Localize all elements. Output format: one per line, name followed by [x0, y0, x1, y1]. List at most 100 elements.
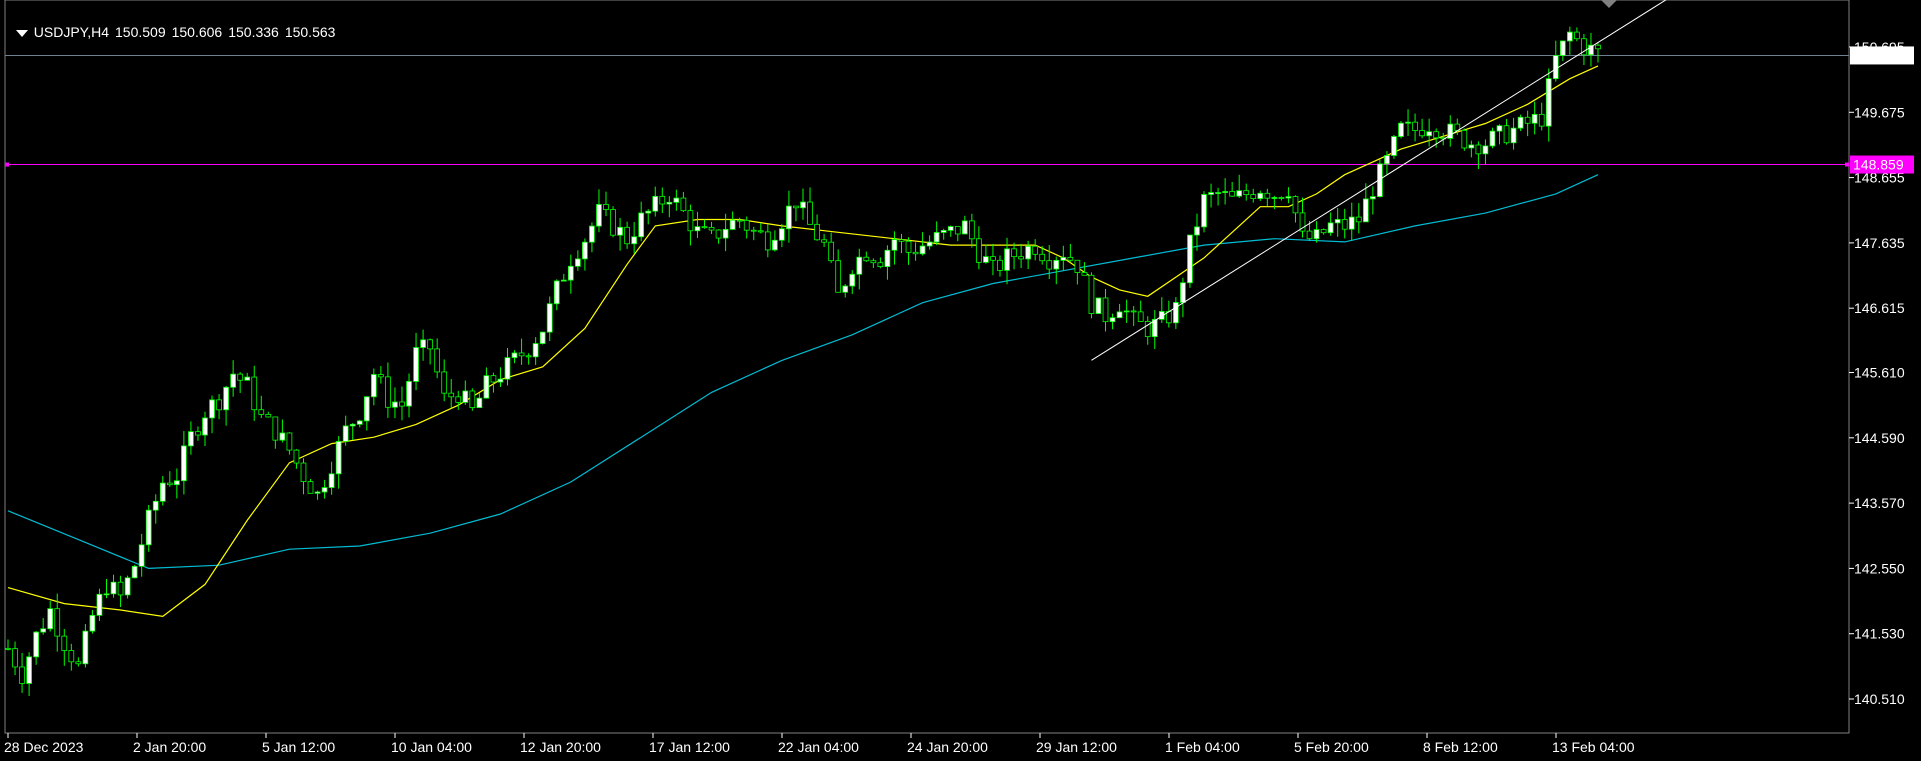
candle-body: [1538, 113, 1545, 127]
x-tick-label: 10 Jan 04:00: [391, 739, 472, 755]
candle-body: [82, 630, 89, 665]
candle-body: [117, 581, 124, 596]
candle-body: [1285, 196, 1292, 199]
candle-body: [638, 212, 645, 238]
current-price-label: 150.563: [1853, 47, 1904, 63]
candle-body: [596, 204, 602, 227]
candle-body: [990, 256, 996, 261]
candle-body: [926, 241, 933, 247]
candle-body: [1503, 125, 1510, 144]
candle-body: [1412, 121, 1418, 131]
candle-body: [1025, 245, 1031, 260]
candle-body: [954, 226, 961, 235]
candle-body: [666, 201, 673, 205]
candle-body: [835, 260, 842, 293]
candle-body: [1095, 297, 1102, 314]
candle-body: [1067, 256, 1074, 261]
candle-body: [1419, 130, 1425, 137]
candle-body: [1370, 196, 1376, 200]
candle-body: [279, 432, 286, 441]
candle-body: [293, 449, 300, 464]
moving-average-fast-line: [7, 65, 1599, 618]
x-tick-label: 22 Jan 04:00: [778, 739, 859, 755]
candle-body: [1496, 125, 1503, 132]
y-tick-label: 141.530: [1854, 626, 1905, 642]
candle-body: [497, 378, 504, 383]
candle-body: [138, 544, 145, 567]
candle-body: [905, 240, 912, 253]
candle-body: [1215, 192, 1221, 194]
candle-body: [1271, 197, 1278, 199]
candle-body: [441, 371, 448, 394]
candle-body: [1060, 256, 1067, 261]
candle-body: [624, 226, 630, 245]
x-tick-label: 8 Feb 12:00: [1423, 739, 1498, 755]
candle-body: [244, 376, 251, 381]
y-tick-label: 143.570: [1854, 495, 1905, 511]
candle-body: [1355, 216, 1362, 223]
candle-body: [870, 260, 877, 264]
candle-body: [202, 417, 208, 436]
candle-body: [786, 205, 792, 230]
y-tick-label: 142.550: [1854, 560, 1905, 576]
x-tick-label: 24 Jan 20:00: [907, 739, 988, 755]
candle-body: [1116, 311, 1123, 319]
candle-body: [420, 339, 426, 348]
candle-body: [877, 262, 884, 268]
candle-body: [483, 375, 490, 399]
candle-body: [1306, 230, 1313, 240]
candle-body: [828, 241, 835, 262]
candle-body: [378, 374, 384, 378]
candle-body: [743, 219, 750, 231]
candle-body: [476, 397, 483, 409]
candle-body: [919, 245, 926, 255]
candle-body: [750, 229, 757, 232]
candle-body: [1180, 282, 1186, 303]
candle-body: [1348, 216, 1355, 230]
price-chart[interactable]: 150.695149.675148.655147.635146.615145.6…: [0, 0, 1921, 761]
y-tick-label: 145.610: [1854, 365, 1905, 381]
candle-body: [131, 565, 138, 579]
candle-body: [1102, 297, 1109, 323]
candle-body: [1004, 248, 1010, 271]
candle-body: [223, 386, 229, 411]
candle-body: [582, 241, 588, 260]
candle-body: [511, 352, 518, 359]
candle-body: [1341, 219, 1348, 230]
candle-body: [1405, 121, 1411, 124]
candle-body: [504, 357, 511, 380]
candle-body: [195, 431, 201, 436]
candle-body: [1257, 192, 1264, 199]
candle-body: [617, 226, 623, 236]
candle-body: [645, 210, 652, 214]
candle-body: [272, 416, 279, 441]
y-tick-label: 140.510: [1854, 691, 1905, 707]
candle-body: [1278, 197, 1285, 199]
candle-body: [356, 420, 363, 425]
candle-body: [230, 373, 236, 388]
candle-body: [152, 500, 159, 511]
candle-body: [188, 431, 194, 447]
level-line-handle: [5, 162, 9, 167]
candle-body: [1173, 302, 1179, 324]
candle-body: [124, 577, 131, 596]
candle-body: [560, 279, 567, 282]
candle-body: [1201, 194, 1207, 228]
candle-body: [251, 376, 258, 411]
candle-body: [469, 390, 476, 409]
x-tick-label: 1 Feb 04:00: [1165, 739, 1240, 755]
candle-body: [103, 593, 110, 596]
candle-body: [370, 374, 377, 398]
candle-body: [40, 628, 47, 633]
candle-body: [553, 280, 560, 305]
candle-body: [849, 273, 856, 287]
x-tick-label: 2 Jan 20:00: [133, 739, 206, 755]
candle-body: [729, 219, 736, 230]
candle-body: [462, 390, 469, 403]
candle-body: [807, 201, 813, 225]
candle-body: [1362, 198, 1369, 223]
y-tick-label: 144.590: [1854, 430, 1905, 446]
candle-body: [110, 581, 117, 595]
candle-body: [12, 648, 18, 668]
y-tick-label: 149.675: [1854, 104, 1905, 120]
